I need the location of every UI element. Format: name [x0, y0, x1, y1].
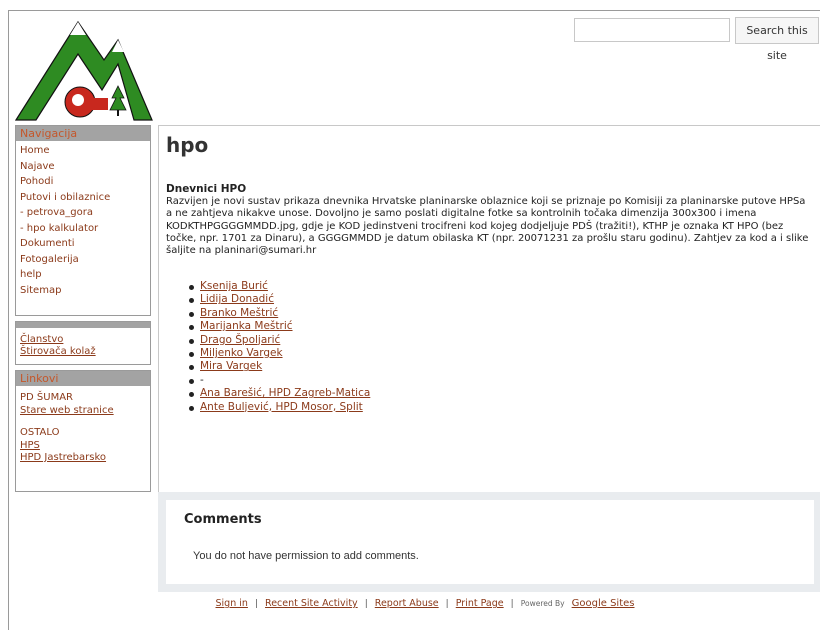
sidebar-nav-item[interactable]: help — [20, 267, 146, 283]
diary-link[interactable]: Branko Meštrić — [200, 307, 278, 319]
diary-list-item: Lidija Donadić — [188, 293, 370, 306]
print-page-link[interactable]: Print Page — [456, 598, 504, 609]
sidebar-nav-item[interactable]: Putovi i obilaznice — [20, 190, 146, 206]
diary-link[interactable]: Lidija Donadić — [200, 293, 274, 305]
section-title: Dnevnici HPO — [166, 183, 247, 195]
sidebar-nav-title: Navigacija — [16, 126, 150, 141]
sidebar-nav-item[interactable]: Dokumenti — [20, 236, 146, 252]
sidebar-extra-list: Članstvo Štirovača kolaž — [16, 328, 150, 360]
sidebar-nav-item[interactable]: Fotogalerija — [20, 252, 146, 268]
sidebar-nav-list: Home Najave Pohodi Putovi i obilaznice - pet… — [16, 141, 150, 300]
sidebar-navigation: Navigacija Home Najave Pohodi Putovi i obil… — [15, 125, 151, 316]
sidebar-links-title: Linkovi — [16, 371, 150, 386]
diary-link[interactable]: Miljenko Vargek — [200, 347, 283, 359]
sidebar-extra-item[interactable]: Štirovača kolaž — [20, 346, 146, 358]
sidebar-section-heading: PD ŠUMAR — [20, 392, 73, 403]
diary-link[interactable]: Mira Vargek — [200, 360, 262, 372]
sidebar-section-gap — [20, 417, 146, 427]
diary-list: Ksenija Burić Lidija Donadić Branko Meštri… — [188, 280, 370, 414]
diary-list-item: Ksenija Burić — [188, 280, 370, 293]
search-button[interactable]: Search this site — [735, 17, 819, 62]
page-title: hpo — [166, 133, 209, 157]
search-input[interactable] — [574, 18, 730, 42]
sidebar-nav-item[interactable]: - hpo kalkulator — [20, 221, 146, 237]
sidebar-extra: Članstvo Štirovača kolaž — [15, 321, 151, 365]
footer-separator: | — [364, 599, 368, 609]
footer-separator: | — [445, 599, 449, 609]
diary-list-item: Marijanka Meštrić — [188, 320, 370, 333]
diary-list-item: Ana Barešić, HPD Zagreb-Matica — [188, 387, 370, 400]
footer: Sign in | Recent Site Activity | Report … — [0, 598, 820, 609]
recent-activity-link[interactable]: Recent Site Activity — [265, 598, 358, 609]
diary-list-item: Branko Meštrić — [188, 307, 370, 320]
sidebar-nav-item[interactable]: Home — [20, 143, 146, 159]
sidebar-nav-item[interactable]: Sitemap — [20, 283, 146, 299]
sidebar-nav-item[interactable]: Pohodi — [20, 174, 146, 190]
google-sites-link[interactable]: Google Sites — [572, 598, 635, 609]
intro-paragraph: Razvijen je novi sustav prikaza dnevnika… — [166, 196, 809, 257]
diary-list-item: Mira Vargek — [188, 360, 370, 373]
diary-list-item: - — [188, 374, 370, 387]
diary-list-item: Ante Buljević, HPD Mosor, Split — [188, 401, 370, 414]
diary-link[interactable]: Drago Špoljarić — [200, 334, 280, 346]
powered-by-text: Powered By — [520, 599, 565, 608]
diary-list-item: Miljenko Vargek — [188, 347, 370, 360]
sidebar-nav-item[interactable]: Najave — [20, 159, 146, 175]
diary-link[interactable]: Ksenija Burić — [200, 280, 268, 292]
comments-box — [166, 500, 814, 584]
sidebar-section-heading: OSTALO — [20, 427, 60, 438]
sidebar-nav-item[interactable]: - petrova_gora — [20, 205, 146, 221]
report-abuse-link[interactable]: Report Abuse — [375, 598, 439, 609]
site-logo[interactable] — [14, 18, 154, 122]
diary-link[interactable]: Ante Buljević, HPD Mosor, Split — [200, 401, 363, 413]
comments-title: Comments — [184, 512, 262, 527]
diary-link[interactable]: Marijanka Meštrić — [200, 320, 293, 332]
diary-list-item: Drago Špoljarić — [188, 334, 370, 347]
sidebar-section-link[interactable]: HPD Jastrebarsko — [20, 452, 146, 465]
diary-text: - — [200, 373, 204, 386]
diary-link[interactable]: Ana Barešić, HPD Zagreb-Matica — [200, 387, 370, 399]
sidebar-section-link[interactable]: Stare web stranice — [20, 405, 146, 418]
footer-separator: | — [254, 599, 258, 609]
sidebar-links: Linkovi PD ŠUMAR Stare web stranice OSTALO… — [15, 370, 151, 492]
sign-in-link[interactable]: Sign in — [216, 598, 248, 609]
sidebar-section-link[interactable]: HPS — [20, 440, 146, 453]
footer-separator: | — [510, 599, 514, 609]
comments-message: You do not have permission to add commen… — [193, 550, 419, 562]
sidebar-links-list: PD ŠUMAR Stare web stranice OSTALO HPS HPD J… — [16, 386, 150, 467]
sidebar-extra-item[interactable]: Članstvo — [20, 334, 146, 346]
